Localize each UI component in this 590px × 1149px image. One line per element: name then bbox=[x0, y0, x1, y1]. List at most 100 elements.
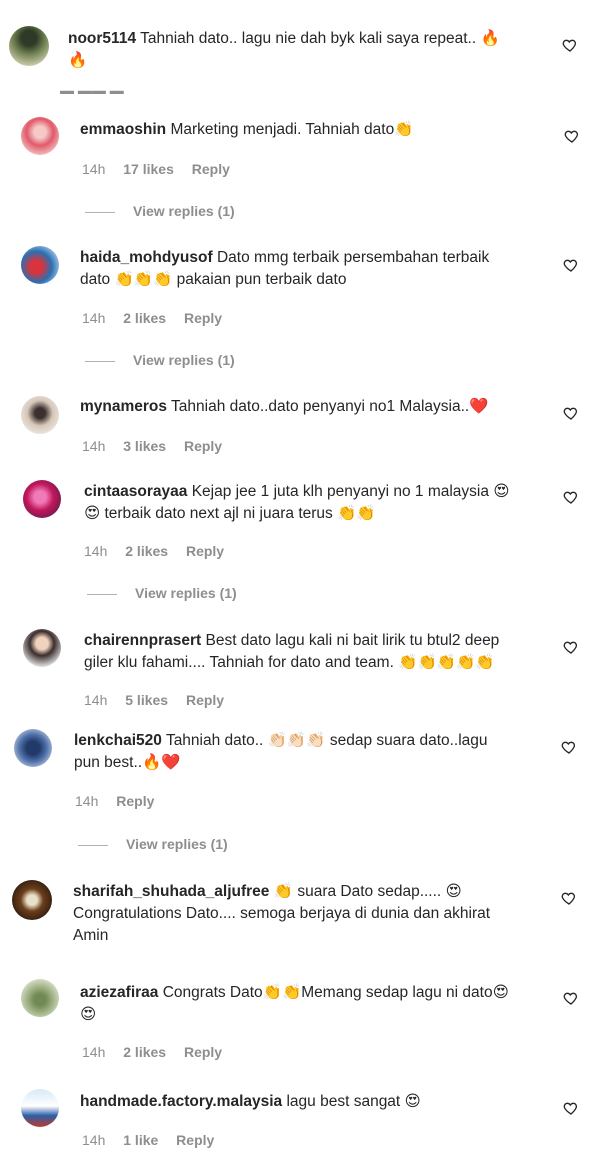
comment-text-line2: 🔥 bbox=[68, 52, 88, 69]
like-heart-icon[interactable] bbox=[564, 128, 580, 144]
comment-username[interactable]: chairennprasert bbox=[84, 632, 201, 649]
comment-body: lenkchai520 Tahniah dato.. 👏🏻👏🏻👏🏻 sedap … bbox=[74, 730, 544, 774]
comment-meta: 14h 1 like Reply bbox=[82, 1132, 228, 1148]
view-replies-link[interactable]: View replies (1) bbox=[87, 585, 237, 601]
comment-text: Congrats Dato👏👏Memang sedap lagu ni dato… bbox=[162, 984, 509, 1001]
comment-username[interactable]: aziezafiraa bbox=[80, 984, 158, 1001]
comment-text: Marketing menjadi. Tahniah dato👏 bbox=[170, 121, 414, 138]
reply-button[interactable]: Reply bbox=[184, 310, 222, 326]
comment-text: Tahniah dato.. lagu nie dah byk kali say… bbox=[140, 30, 500, 47]
reply-button[interactable]: Reply bbox=[186, 543, 224, 559]
like-heart-icon[interactable] bbox=[563, 405, 579, 421]
like-heart-icon[interactable] bbox=[563, 489, 579, 505]
comment-body: sharifah_shuhada_aljufree 👏 suara Dato s… bbox=[73, 881, 543, 947]
comment-body: emmaoshin Marketing menjadi. Tahniah dat… bbox=[80, 119, 540, 141]
comment-text-line2: giler klu fahami.... Tahniah for dato an… bbox=[84, 654, 495, 671]
avatar[interactable] bbox=[9, 26, 49, 66]
comment-text: Tahniah dato..dato penyanyi no1 Malaysia… bbox=[171, 398, 489, 415]
avatar[interactable] bbox=[23, 480, 61, 518]
comment-text-line2: Congratulations Dato.... semoga berjaya … bbox=[73, 905, 491, 922]
comment-text-line2: pun best..🔥❤️ bbox=[74, 754, 181, 771]
comment-text: 👏 suara Dato sedap..... 😍 bbox=[273, 883, 462, 900]
comment-meta: 14h 2 likes Reply bbox=[82, 1044, 236, 1060]
comment-text: Tahniah dato.. 👏🏻👏🏻👏🏻 sedap suara dato..… bbox=[165, 732, 488, 749]
comment-text: Dato mmg terbaik persembahan terbaik bbox=[216, 249, 490, 266]
comment-meta: 14h 17 likes Reply bbox=[82, 161, 244, 177]
reply-button[interactable]: Reply bbox=[116, 793, 154, 809]
comment-body: handmade.factory.malaysia lagu best sang… bbox=[80, 1091, 550, 1113]
comment-text-line2: 😍 bbox=[80, 1006, 97, 1023]
comment-body: mynameros Tahniah dato..dato penyanyi no… bbox=[80, 396, 540, 418]
comment-time: 14h bbox=[84, 543, 108, 559]
reply-button[interactable]: Reply bbox=[192, 161, 230, 177]
view-replies-label: View replies (1) bbox=[126, 836, 228, 852]
comment-username[interactable]: cintaasorayaa bbox=[84, 483, 187, 500]
comment-time: 14h bbox=[75, 793, 99, 809]
comment-username[interactable]: handmade.factory.malaysia bbox=[80, 1093, 282, 1110]
like-heart-icon[interactable] bbox=[563, 1100, 579, 1116]
comment-likes[interactable]: 1 like bbox=[123, 1132, 158, 1148]
comment-username[interactable]: sharifah_shuhada_aljufree bbox=[73, 883, 269, 900]
comment-likes[interactable]: 2 likes bbox=[125, 543, 168, 559]
like-heart-icon[interactable] bbox=[561, 890, 577, 906]
comment-time: 14h bbox=[82, 310, 106, 326]
comment-username[interactable]: noor5114 bbox=[68, 30, 136, 47]
comment-body: chairennprasert Best dato lagu kali ni b… bbox=[84, 630, 544, 674]
comment-username[interactable]: emmaoshin bbox=[80, 121, 166, 138]
view-replies-label: View replies (1) bbox=[133, 203, 235, 219]
comment-likes[interactable]: 2 likes bbox=[123, 1044, 166, 1060]
comment-body: haida_mohdyusof Dato mmg terbaik persemb… bbox=[80, 247, 540, 291]
divider-line bbox=[85, 211, 115, 213]
comment-time: 14h bbox=[82, 161, 106, 177]
comment-likes[interactable]: 3 likes bbox=[123, 438, 166, 454]
comment-body: noor5114 Tahniah dato.. lagu nie dah byk… bbox=[68, 28, 538, 72]
view-replies-link[interactable]: View replies (1) bbox=[78, 836, 228, 852]
like-heart-icon[interactable] bbox=[563, 257, 579, 273]
comment-text: Kejap jee 1 juta klh penyanyi no 1 malay… bbox=[191, 483, 510, 500]
avatar[interactable] bbox=[21, 117, 59, 155]
comment-body: cintaasorayaa Kejap jee 1 juta klh penya… bbox=[84, 481, 544, 525]
comment-likes[interactable]: 2 likes bbox=[123, 310, 166, 326]
avatar[interactable] bbox=[14, 729, 52, 767]
divider-line bbox=[87, 593, 117, 595]
reply-button[interactable]: Reply bbox=[186, 692, 224, 708]
divider-line bbox=[85, 360, 115, 362]
reply-button[interactable]: Reply bbox=[184, 1044, 222, 1060]
comment-likes[interactable]: 17 likes bbox=[123, 161, 174, 177]
comment-meta: 14h 5 likes Reply bbox=[84, 692, 238, 708]
comment-username[interactable]: mynameros bbox=[80, 398, 167, 415]
avatar[interactable] bbox=[21, 396, 59, 434]
comment-meta: 14h 3 likes Reply bbox=[82, 438, 236, 454]
avatar[interactable] bbox=[21, 979, 59, 1017]
like-heart-icon[interactable] bbox=[562, 37, 578, 53]
like-heart-icon[interactable] bbox=[561, 739, 577, 755]
comment-text-line2: 😍 terbaik dato next ajl ni juara terus 👏… bbox=[84, 505, 376, 522]
comment-text-line2: dato 👏👏👏 pakaian pun terbaik dato bbox=[80, 271, 347, 288]
comment-meta: 14h Reply bbox=[75, 793, 168, 809]
comment-time: 14h bbox=[82, 438, 106, 454]
comment-time: 14h bbox=[84, 692, 108, 708]
like-heart-icon[interactable] bbox=[563, 639, 579, 655]
comment-likes[interactable]: 5 likes bbox=[125, 692, 168, 708]
like-heart-icon[interactable] bbox=[563, 990, 579, 1006]
comment-time: 14h bbox=[82, 1044, 106, 1060]
avatar[interactable] bbox=[23, 629, 61, 667]
avatar[interactable] bbox=[21, 1089, 59, 1127]
reply-button[interactable]: Reply bbox=[176, 1132, 214, 1148]
divider-line bbox=[78, 844, 108, 846]
comment-time: 14h bbox=[82, 1132, 106, 1148]
comment-username[interactable]: lenkchai520 bbox=[74, 732, 162, 749]
view-replies-label: View replies (1) bbox=[135, 585, 237, 601]
avatar[interactable] bbox=[12, 880, 52, 920]
view-replies-link[interactable]: View replies (1) bbox=[85, 352, 235, 368]
cropped-meta-fragment: ▬ ▬▬ ▬ bbox=[60, 88, 220, 94]
avatar[interactable] bbox=[21, 246, 59, 284]
comment-text-line3: Amin bbox=[73, 927, 109, 944]
comment-text: Best dato lagu kali ni bait lirik tu btu… bbox=[205, 632, 500, 649]
comment-text: lagu best sangat 😍 bbox=[286, 1093, 421, 1110]
comment-username[interactable]: haida_mohdyusof bbox=[80, 249, 213, 266]
reply-button[interactable]: Reply bbox=[184, 438, 222, 454]
comment-meta: 14h 2 likes Reply bbox=[82, 310, 236, 326]
view-replies-link[interactable]: View replies (1) bbox=[85, 203, 235, 219]
view-replies-label: View replies (1) bbox=[133, 352, 235, 368]
